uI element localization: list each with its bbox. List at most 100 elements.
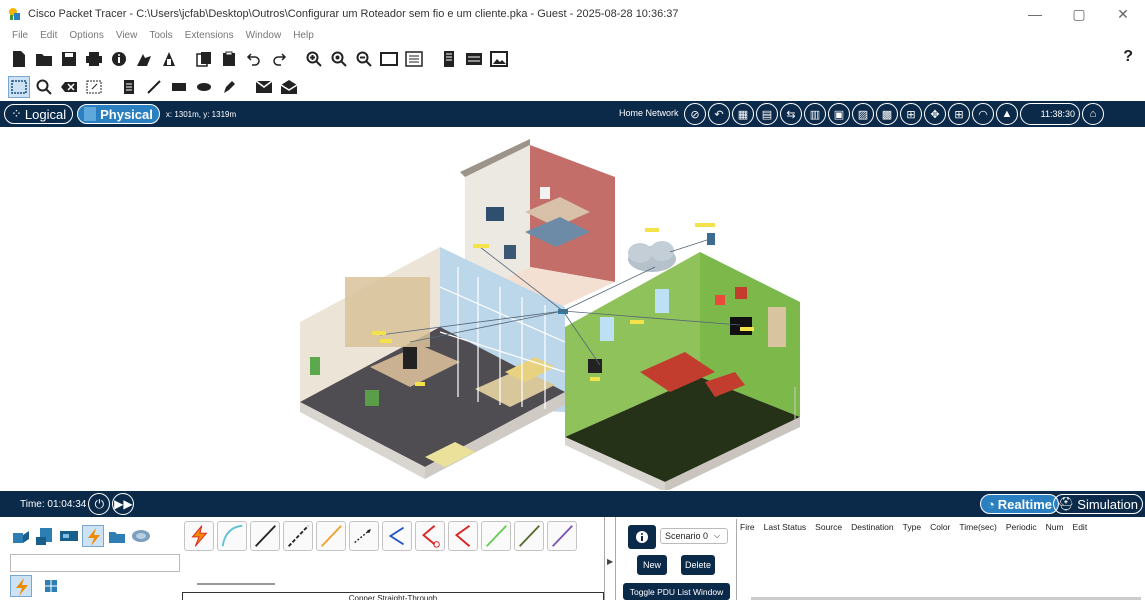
end-devices-icon[interactable] (34, 525, 56, 547)
back-icon[interactable]: ↶ (708, 103, 730, 125)
delete-icon[interactable] (58, 76, 80, 98)
copper-cross-icon[interactable] (283, 521, 313, 551)
fiber-icon[interactable] (316, 521, 346, 551)
tile-icon[interactable]: ⊞ (900, 103, 922, 125)
connections-icon[interactable] (82, 525, 104, 547)
viewport-icon[interactable] (463, 48, 485, 70)
network-info-icon[interactable] (133, 48, 155, 70)
custom-device-icon[interactable] (158, 48, 180, 70)
paste-icon[interactable] (218, 48, 240, 70)
coaxial-cable-icon[interactable] (382, 521, 412, 551)
col-edit[interactable]: Edit (1073, 522, 1088, 532)
cluster-icon[interactable] (438, 48, 460, 70)
console-cable-icon[interactable] (217, 521, 247, 551)
maximize-button[interactable]: ▢ (1057, 0, 1101, 28)
col-fire[interactable]: Fire (740, 522, 755, 532)
select-icon[interactable] (8, 76, 30, 98)
viewport-nav-icon[interactable]: ⊞ (948, 103, 970, 125)
menu-view[interactable]: View (116, 30, 138, 41)
scenario-info-button[interactable] (628, 525, 656, 549)
undo-icon[interactable] (243, 48, 265, 70)
copy-icon[interactable] (193, 48, 215, 70)
menu-tools[interactable]: Tools (149, 30, 172, 41)
save-icon[interactable] (58, 48, 80, 70)
menu-edit[interactable]: Edit (40, 30, 57, 41)
components-icon[interactable] (58, 525, 80, 547)
open-folder-icon[interactable] (33, 48, 55, 70)
physical-workspace[interactable] (0, 127, 1145, 490)
col-periodic[interactable]: Periodic (1006, 522, 1037, 532)
freeform-icon[interactable] (218, 76, 240, 98)
simulation-mode-tab[interactable]: ⛑ Simulation (1052, 494, 1143, 514)
close-button[interactable]: ✕ (1101, 0, 1145, 28)
wireless-icon[interactable]: ◠ (972, 103, 994, 125)
power-cycle-button[interactable]: ⏻ (88, 493, 111, 515)
zoom-reset-icon[interactable] (328, 48, 350, 70)
menu-help[interactable]: Help (293, 30, 314, 41)
grid-icon[interactable]: ▩ (876, 103, 898, 125)
new-table-icon[interactable]: ▨ (852, 103, 874, 125)
collapse-arrow-icon[interactable]: ▶ (607, 557, 613, 566)
fast-forward-button[interactable]: ▶▶ (112, 493, 135, 515)
cable-list-scrollbar[interactable] (197, 583, 275, 585)
physical-tab[interactable]: Physical (77, 104, 160, 124)
navigation-icon[interactable]: ⊘ (684, 103, 706, 125)
new-closet-icon[interactable]: ▥ (804, 103, 826, 125)
delete-scenario-button[interactable]: Delete (681, 555, 715, 575)
new-scenario-button[interactable]: New (637, 555, 667, 575)
print-icon[interactable] (83, 48, 105, 70)
zoom-out-icon[interactable] (353, 48, 375, 70)
panel-divider[interactable]: ▶ (604, 517, 616, 600)
zoom-in-icon[interactable] (303, 48, 325, 70)
logical-tab[interactable]: ⁘ Logical (4, 104, 74, 124)
col-destination[interactable]: Destination (851, 522, 894, 532)
environment-icon[interactable]: ▲ (996, 103, 1018, 125)
inspect-icon[interactable] (33, 76, 55, 98)
help-button[interactable]: ? (1123, 48, 1133, 66)
iot-cable-icon[interactable] (514, 521, 544, 551)
realtime-mode-tab[interactable]: ◔ Realtime (979, 494, 1059, 514)
screenshot-icon[interactable] (488, 48, 510, 70)
menu-extensions[interactable]: Extensions (185, 30, 234, 41)
resize-icon[interactable] (83, 76, 105, 98)
menu-window[interactable]: Window (246, 30, 282, 41)
misc-icon[interactable] (106, 525, 128, 547)
activity-wizard-icon[interactable] (108, 48, 130, 70)
col-time[interactable]: Time(sec) (959, 522, 996, 532)
multiuser-icon[interactable] (130, 525, 152, 547)
new-city-icon[interactable]: ▦ (732, 103, 754, 125)
redo-icon[interactable] (268, 48, 290, 70)
cable-modem-device[interactable] (707, 233, 715, 245)
menu-file[interactable]: File (12, 30, 28, 41)
usb-cable-icon[interactable] (547, 521, 577, 551)
automatic-cable-icon[interactable] (184, 521, 214, 551)
line-icon[interactable] (143, 76, 165, 98)
ellipse-icon[interactable] (193, 76, 215, 98)
toggle-pdu-list-button[interactable]: Toggle PDU List Window (623, 583, 730, 600)
add-complex-pdu-icon[interactable] (278, 76, 300, 98)
network-devices-icon[interactable] (10, 525, 32, 547)
grid-subcategory-icon[interactable] (40, 575, 62, 597)
col-source[interactable]: Source (815, 522, 842, 532)
phone-cable-icon[interactable] (349, 521, 379, 551)
serial-dte-icon[interactable] (448, 521, 478, 551)
copper-straight-icon[interactable] (250, 521, 280, 551)
note-icon[interactable] (118, 76, 140, 98)
new-rack-icon[interactable]: ▣ (828, 103, 850, 125)
clock-readout[interactable]: 11:38:30 (1020, 103, 1080, 125)
device-template-icon[interactable] (403, 48, 425, 70)
move-object-icon[interactable]: ⇆ (780, 103, 802, 125)
add-simple-pdu-icon[interactable] (253, 76, 275, 98)
connections-subcategory-icon[interactable] (10, 575, 32, 597)
home-icon[interactable]: ⌂ (1082, 103, 1104, 125)
new-file-icon[interactable] (8, 48, 30, 70)
new-building-icon[interactable]: ▤ (756, 103, 778, 125)
menu-options[interactable]: Options (69, 30, 103, 41)
col-color[interactable]: Color (930, 522, 950, 532)
device-search-input[interactable] (10, 554, 180, 572)
serial-dce-icon[interactable] (415, 521, 445, 551)
minimize-button[interactable]: — (1013, 0, 1057, 28)
col-num[interactable]: Num (1046, 522, 1064, 532)
rectangle-icon[interactable] (168, 76, 190, 98)
drawing-palette-icon[interactable] (378, 48, 400, 70)
